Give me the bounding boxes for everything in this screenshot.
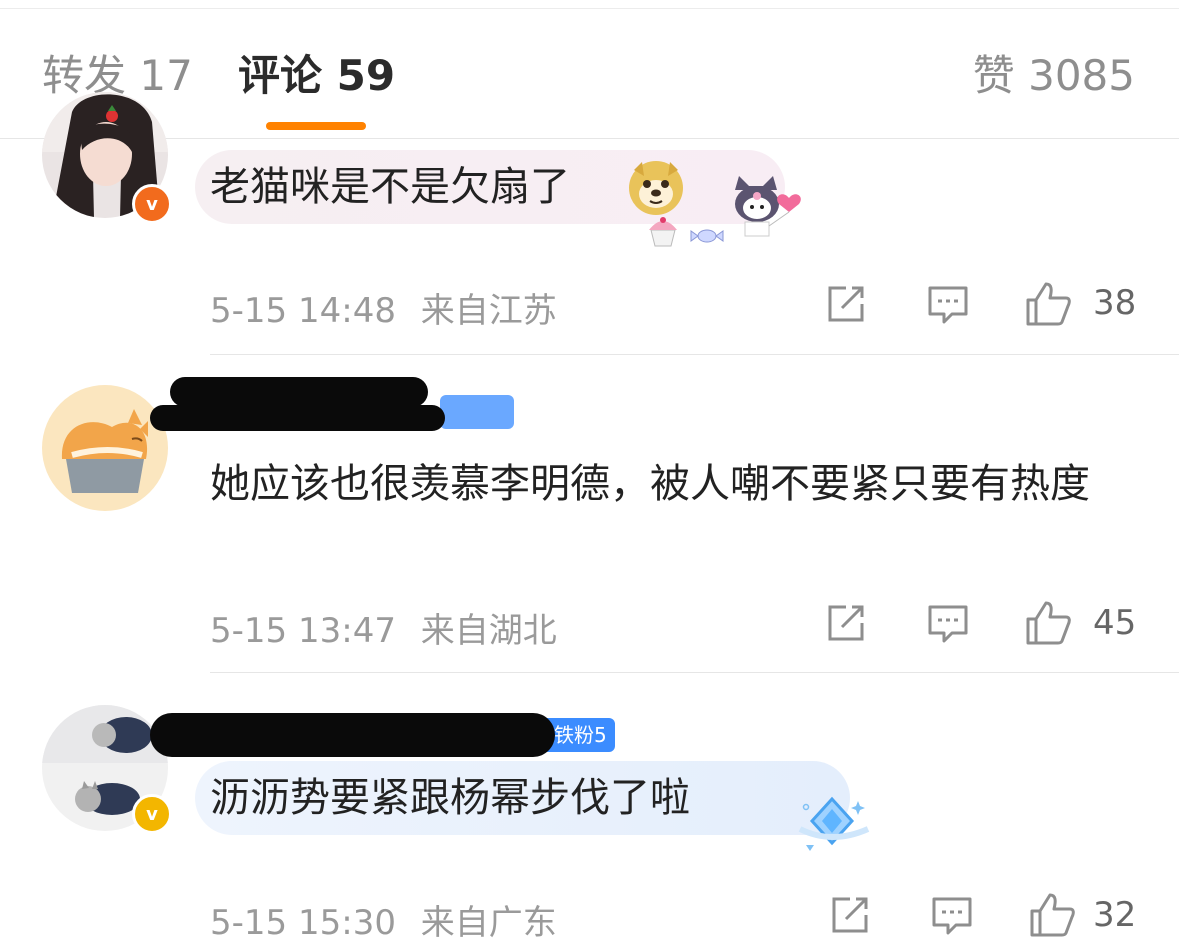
tab-comments[interactable]: 评论 59 — [238, 52, 395, 100]
comment-time: 5-15 14:48 — [210, 291, 396, 331]
sticker-decoration-icon — [645, 170, 805, 254]
comment-text: 她应该也很羡慕李明德，被人嘲不要紧只要有热度 — [210, 461, 1090, 507]
comment-item: 她应该也很羡慕李明德，被人嘲不要紧只要有热度 5-15 13:47 来自湖北 4… — [0, 355, 1179, 673]
active-tab-indicator — [266, 122, 366, 130]
comment-location: 来自湖北 — [420, 611, 557, 651]
reply-icon[interactable] — [928, 891, 976, 939]
redacted-username — [150, 405, 445, 431]
comment-time: 5-15 13:47 — [210, 611, 396, 651]
like-count: 38 — [1093, 283, 1137, 323]
like-icon[interactable] — [1024, 280, 1072, 328]
like-icon[interactable] — [1024, 599, 1072, 647]
comment-meta: 5-15 14:48 来自江苏 — [210, 283, 557, 332]
comment-text: 沥沥势要紧跟杨幂步伐了啦 — [210, 775, 690, 821]
level-badge — [440, 395, 514, 429]
comment-item: v 老猫咪是不是欠扇了 5-15 14:48 来自江苏 38 — [0, 92, 1179, 355]
share-icon[interactable] — [822, 599, 870, 647]
verified-badge: v — [132, 184, 172, 224]
share-icon[interactable] — [826, 891, 874, 939]
like-count: 32 — [1093, 895, 1137, 935]
like-icon[interactable] — [1028, 891, 1076, 939]
tab-likes[interactable]: 赞 3085 — [973, 52, 1135, 100]
comment-item: v 铁粉5 沥沥势要紧跟杨幂步伐了啦 5-15 15:30 来自广东 32 — [0, 673, 1179, 943]
redacted-username — [150, 713, 555, 757]
share-icon[interactable] — [822, 280, 870, 328]
redacted-username — [170, 377, 428, 407]
comment-text: 老猫咪是不是欠扇了 — [210, 164, 570, 210]
comment-meta: 5-15 13:47 来自湖北 — [210, 603, 557, 652]
like-count: 45 — [1093, 603, 1137, 643]
tab-bar: 转发 17 评论 59 赞 3085 — [0, 0, 1179, 140]
avatar[interactable] — [42, 385, 168, 511]
tab-bar-divider — [0, 138, 1179, 139]
reply-icon[interactable] — [924, 280, 972, 328]
comment-location: 来自广东 — [420, 903, 557, 943]
comment-time: 5-15 15:30 — [210, 903, 396, 943]
reply-icon[interactable] — [924, 599, 972, 647]
verified-badge: v — [132, 794, 172, 834]
diamond-decoration-icon — [796, 795, 872, 859]
comment-location: 来自江苏 — [420, 291, 557, 331]
comment-meta: 5-15 15:30 来自广东 — [210, 895, 557, 944]
